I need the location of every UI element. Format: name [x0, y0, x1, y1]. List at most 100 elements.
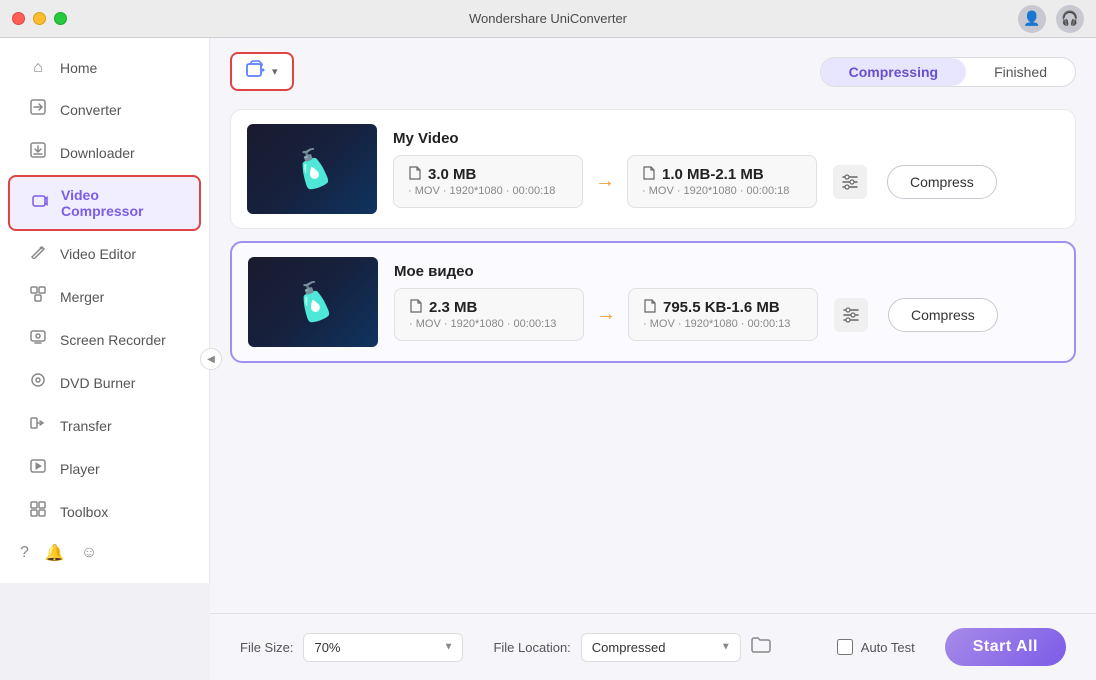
video-info-2: Мое видео 2.3 MB: [394, 263, 1058, 341]
source-file-icon-1: [408, 166, 422, 183]
add-file-icon: [246, 60, 266, 83]
add-file-button[interactable]: ▾: [230, 52, 294, 91]
auto-test-checkbox[interactable]: [837, 639, 853, 655]
main-layout: ⌂ Home Converter: [0, 38, 1096, 680]
bottom-bar: File Size: 50% 60% 70% 80% 90% File Loca…: [210, 613, 1096, 680]
player-icon: [28, 458, 48, 479]
folder-icon[interactable]: [751, 636, 771, 659]
file-location-select[interactable]: Compressed Same as source Custom: [581, 633, 741, 662]
target-file-box-1: 1.0 MB-2.1 MB · MOV · 1920*1080 · 00:00:…: [627, 155, 817, 208]
sidebar-label-downloader: Downloader: [60, 145, 135, 161]
sidebar-item-dvd-burner[interactable]: DVD Burner: [8, 362, 201, 403]
tab-group: Compressing Finished: [820, 57, 1076, 87]
file-size-field: File Size: 50% 60% 70% 80% 90%: [240, 633, 463, 662]
file-size-label: File Size:: [240, 640, 293, 655]
traffic-lights: [12, 12, 67, 25]
sidebar-item-video-compressor[interactable]: Video Compressor: [8, 175, 201, 231]
close-button[interactable]: [12, 12, 25, 25]
compress-row-1: 3.0 MB · MOV · 1920*1080 · 00:00:18 →: [393, 155, 1059, 208]
video-card-1[interactable]: 🧴 My Video: [230, 109, 1076, 229]
collapse-sidebar-button[interactable]: ◀: [200, 348, 222, 370]
tab-finished[interactable]: Finished: [966, 58, 1075, 86]
sidebar-label-toolbox: Toolbox: [60, 504, 108, 520]
help-icon[interactable]: ?: [20, 544, 29, 562]
minimize-button[interactable]: [33, 12, 46, 25]
sidebar-label-screen-recorder: Screen Recorder: [60, 332, 166, 348]
sidebar-item-player[interactable]: Player: [8, 448, 201, 489]
file-location-label: File Location:: [493, 640, 570, 655]
title-bar-actions: 👤 🎧: [1018, 5, 1084, 33]
compress-button-1[interactable]: Compress: [887, 165, 997, 199]
support-icon[interactable]: 🎧: [1056, 5, 1084, 33]
tab-compressing[interactable]: Compressing: [821, 58, 966, 86]
source-file-icon-2: [409, 299, 423, 316]
source-size-2: 2.3 MB: [409, 299, 569, 316]
video-list: 🧴 My Video: [210, 99, 1096, 613]
notification-icon[interactable]: 🔔: [45, 543, 65, 563]
home-icon: ⌂: [28, 59, 48, 77]
source-file-box-1: 3.0 MB · MOV · 1920*1080 · 00:00:18: [393, 155, 583, 208]
feedback-icon[interactable]: ☺: [81, 544, 97, 562]
target-meta-2: · MOV · 1920*1080 · 00:00:13: [643, 318, 803, 330]
transfer-icon: [28, 415, 48, 436]
screen-recorder-icon: [28, 329, 48, 350]
thumb-content-2: 🧴: [248, 257, 378, 347]
title-bar: Wondershare UniConverter 👤 🎧: [0, 0, 1096, 38]
target-file-box-2: 795.5 KB-1.6 MB · MOV · 1920*1080 · 00:0…: [628, 288, 818, 341]
sidebar-bottom: ? 🔔 ☺: [0, 533, 209, 573]
target-size-2: 795.5 KB-1.6 MB: [643, 299, 803, 316]
video-info-1: My Video 3.0 MB: [393, 130, 1059, 208]
sidebar-item-home[interactable]: ⌂ Home: [8, 49, 201, 87]
sidebar-label-player: Player: [60, 461, 100, 477]
sidebar-item-toolbox[interactable]: Toolbox: [8, 491, 201, 532]
source-file-box-2: 2.3 MB · MOV · 1920*1080 · 00:00:13: [394, 288, 584, 341]
file-size-select[interactable]: 50% 60% 70% 80% 90%: [303, 633, 463, 662]
arrow-icon-1: →: [595, 170, 615, 193]
sidebar-item-transfer[interactable]: Transfer: [8, 405, 201, 446]
thumb-content-1: 🧴: [247, 124, 377, 214]
sidebar-label-video-editor: Video Editor: [60, 246, 136, 262]
toolbar: ▾ Compressing Finished: [210, 38, 1096, 99]
sidebar-item-video-editor[interactable]: Video Editor: [8, 233, 201, 274]
sidebar-label-dvd-burner: DVD Burner: [60, 375, 135, 391]
target-file-icon-1: [642, 166, 656, 183]
target-file-icon-2: [643, 299, 657, 316]
start-all-button[interactable]: Start All: [945, 628, 1066, 666]
converter-icon: [28, 99, 48, 120]
maximize-button[interactable]: [54, 12, 67, 25]
merger-icon: [28, 286, 48, 307]
sidebar: ⌂ Home Converter: [0, 38, 210, 583]
source-meta-2: · MOV · 1920*1080 · 00:00:13: [409, 318, 569, 330]
auto-test-label: Auto Test: [861, 640, 915, 655]
video-card-2[interactable]: 🧴 Мое видео: [230, 241, 1076, 363]
dvd-burner-icon: [28, 372, 48, 393]
sidebar-item-converter[interactable]: Converter: [8, 89, 201, 130]
sidebar-wrapper: ⌂ Home Converter: [0, 38, 210, 680]
downloader-icon: [28, 142, 48, 163]
video-name-2: Мое видео: [394, 263, 1058, 280]
source-meta-1: · MOV · 1920*1080 · 00:00:18: [408, 185, 568, 197]
sidebar-item-downloader[interactable]: Downloader: [8, 132, 201, 173]
sidebar-item-merger[interactable]: Merger: [8, 276, 201, 317]
video-thumbnail-2: 🧴: [248, 257, 378, 347]
sidebar-item-screen-recorder[interactable]: Screen Recorder: [8, 319, 201, 360]
file-location-field: File Location: Compressed Same as source…: [493, 633, 770, 662]
compress-row-2: 2.3 MB · MOV · 1920*1080 · 00:00:13 →: [394, 288, 1058, 341]
target-size-1: 1.0 MB-2.1 MB: [642, 166, 802, 183]
arrow-icon-2: →: [596, 303, 616, 326]
video-thumbnail-1: 🧴: [247, 124, 377, 214]
source-size-1: 3.0 MB: [408, 166, 568, 183]
video-editor-icon: [28, 243, 48, 264]
compress-button-2[interactable]: Compress: [888, 298, 998, 332]
video-compressor-icon: [30, 193, 49, 214]
content-area: ▾ Compressing Finished 🧴 My Video: [210, 38, 1096, 680]
settings-button-2[interactable]: [834, 298, 868, 332]
toolbox-icon: [28, 501, 48, 522]
file-location-select-wrapper: Compressed Same as source Custom: [581, 633, 741, 662]
sidebar-label-transfer: Transfer: [60, 418, 112, 434]
settings-button-1[interactable]: [833, 165, 867, 199]
sidebar-label-converter: Converter: [60, 102, 121, 118]
user-icon[interactable]: 👤: [1018, 5, 1046, 33]
target-meta-1: · MOV · 1920*1080 · 00:00:18: [642, 185, 802, 197]
sidebar-label-home: Home: [60, 60, 97, 76]
